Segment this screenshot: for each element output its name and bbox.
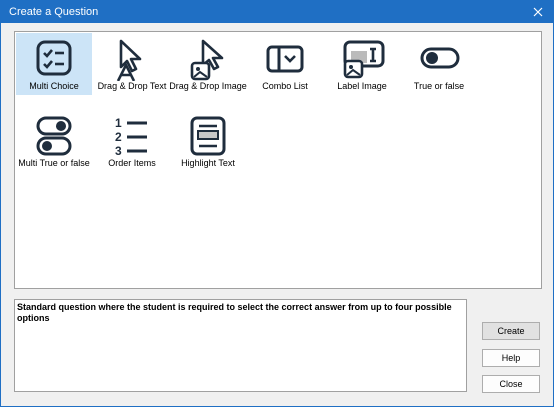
multi-choice-icon xyxy=(36,40,72,76)
drag-drop-image-icon xyxy=(190,39,224,81)
window-title: Create a Question xyxy=(9,6,99,18)
multi-toggle-icon xyxy=(36,116,72,156)
ordered-list-icon: 1 2 3 xyxy=(115,116,147,156)
question-type-label: True or false xyxy=(413,81,465,91)
combo-list-icon xyxy=(266,45,304,73)
svg-text:3: 3 xyxy=(115,144,122,156)
close-icon xyxy=(533,7,543,17)
question-type-multi-true-or-false[interactable]: Multi True or false xyxy=(16,110,92,172)
question-type-highlight-text[interactable]: Highlight Text xyxy=(170,110,246,172)
question-type-true-or-false[interactable]: True or false xyxy=(401,33,477,95)
question-type-drag-drop-image[interactable]: Drag & Drop Image xyxy=(169,33,247,95)
create-question-dialog: Create a Question Multi Choice Drag & Dr… xyxy=(0,0,554,407)
title-bar: Create a Question xyxy=(1,1,553,23)
toggle-icon xyxy=(420,47,460,69)
question-type-order-items[interactable]: 1 2 3 Order Items xyxy=(94,110,170,172)
help-button[interactable]: Help xyxy=(482,349,540,367)
drag-drop-text-icon xyxy=(116,39,142,81)
question-type-label: Highlight Text xyxy=(181,158,235,168)
highlight-text-icon xyxy=(190,116,226,156)
close-window-button[interactable] xyxy=(523,1,553,23)
question-type-label-image[interactable]: Label Image xyxy=(324,33,400,95)
question-description: Standard question where the student is r… xyxy=(14,299,467,392)
svg-text:1: 1 xyxy=(115,116,122,130)
close-button[interactable]: Close xyxy=(482,375,540,393)
question-type-multi-choice[interactable]: Multi Choice xyxy=(16,33,92,95)
question-type-drag-drop-text[interactable]: Drag & Drop Text xyxy=(94,33,170,95)
question-type-list: Multi Choice Drag & Drop Text Drag & Dro… xyxy=(14,31,542,289)
label-image-icon xyxy=(343,40,385,79)
create-button[interactable]: Create xyxy=(482,322,540,340)
svg-text:2: 2 xyxy=(115,130,122,144)
question-type-combo-list[interactable]: Combo List xyxy=(247,33,323,95)
